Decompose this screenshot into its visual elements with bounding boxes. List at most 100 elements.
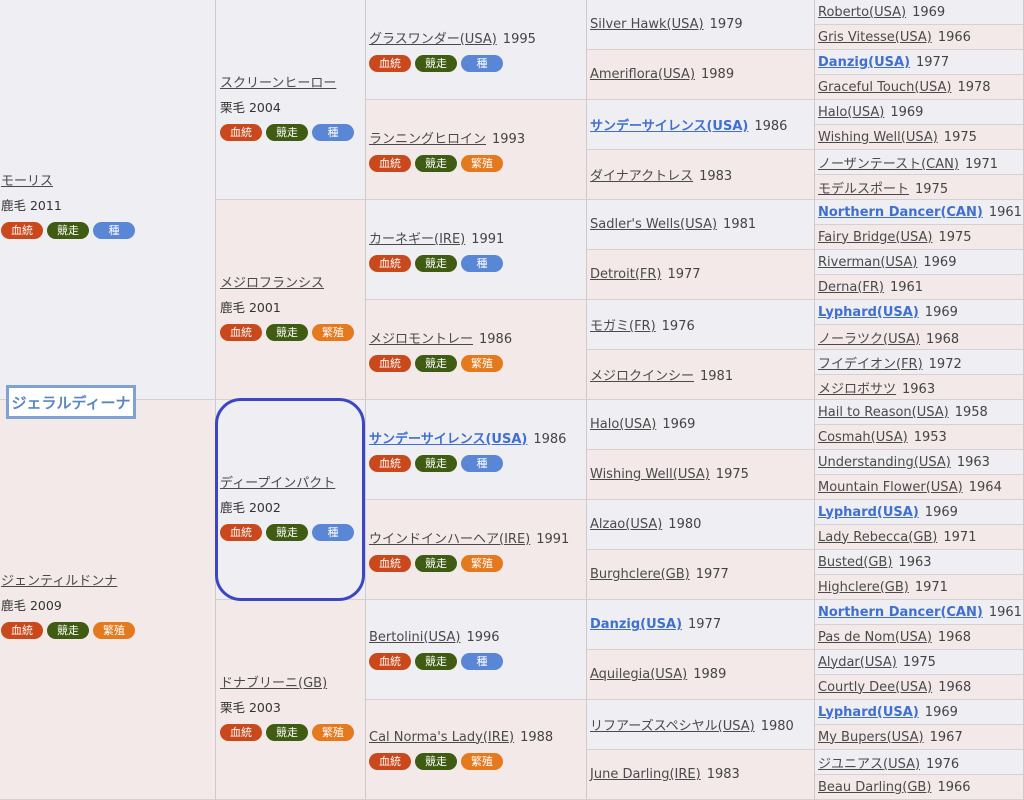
race-badge[interactable]: 競走: [415, 154, 457, 172]
horse-name-link[interactable]: グラスワンダー(USA): [369, 28, 497, 47]
blood-badge[interactable]: 血統: [220, 324, 262, 341]
horse-name-link[interactable]: My Bupers(USA): [818, 730, 924, 745]
horse-name-link[interactable]: Roberto(USA): [818, 5, 906, 20]
blood-badge[interactable]: 血統: [369, 752, 411, 770]
horse-name-link[interactable]: メジロボサツ: [818, 378, 896, 397]
horse-name-link[interactable]: June Darling(IRE): [590, 767, 701, 782]
stud-badge[interactable]: 種: [312, 124, 354, 141]
horse-name-link[interactable]: メジロフランシス: [220, 272, 354, 291]
horse-name-link[interactable]: Northern Dancer(CAN): [818, 205, 983, 220]
horse-name-link[interactable]: メジロクインシー: [590, 365, 694, 384]
horse-name-link[interactable]: Sadler's Wells(USA): [590, 217, 717, 232]
horse-name-link[interactable]: Wishing Well(USA): [818, 130, 938, 145]
breed-badge[interactable]: 繁殖: [312, 324, 354, 341]
race-badge[interactable]: 競走: [415, 254, 457, 272]
horse-name-link[interactable]: Beau Darling(GB): [818, 780, 931, 795]
horse-name-link[interactable]: Highclere(GB): [818, 580, 909, 595]
stud-badge[interactable]: 種: [461, 254, 503, 272]
blood-badge[interactable]: 血統: [369, 554, 411, 572]
horse-name-link[interactable]: Wishing Well(USA): [590, 467, 710, 482]
blood-badge[interactable]: 血統: [369, 652, 411, 670]
horse-name-link[interactable]: Danzig(USA): [590, 617, 682, 632]
race-badge[interactable]: 競走: [266, 124, 308, 141]
horse-name-link[interactable]: ノーザンテースト(CAN): [818, 153, 959, 172]
breed-badge[interactable]: 繁殖: [461, 554, 503, 572]
horse-name-link[interactable]: Pas de Nom(USA): [818, 630, 932, 645]
horse-name-link[interactable]: リフアーズスペシヤル(USA): [590, 715, 755, 734]
horse-name-link[interactable]: ジェンティルドンナ: [1, 570, 135, 589]
horse-name-link[interactable]: ドナブリーニ(GB): [220, 672, 354, 691]
horse-name-link[interactable]: Gris Vitesse(USA): [818, 30, 932, 45]
horse-name-link[interactable]: サンデーサイレンス(USA): [369, 428, 527, 447]
horse-name-link[interactable]: Bertolini(USA): [369, 630, 460, 645]
horse-name-link[interactable]: Fairy Bridge(USA): [818, 230, 932, 245]
horse-name-link[interactable]: モーリス: [1, 170, 135, 189]
horse-name-link[interactable]: Northern Dancer(CAN): [818, 605, 983, 620]
horse-name-link[interactable]: Lyphard(USA): [818, 305, 919, 320]
blood-badge[interactable]: 血統: [220, 724, 262, 741]
horse-name-link[interactable]: ランニングヒロイン: [369, 128, 486, 147]
breed-badge[interactable]: 繁殖: [461, 354, 503, 372]
horse-name-link[interactable]: ジユニアス(USA): [818, 753, 920, 772]
horse-name-link[interactable]: Cosmah(USA): [818, 430, 908, 445]
horse-name-link[interactable]: Hail to Reason(USA): [818, 405, 949, 420]
race-badge[interactable]: 競走: [266, 724, 308, 741]
horse-name-link[interactable]: Riverman(USA): [818, 255, 917, 270]
horse-name-link[interactable]: Derna(FR): [818, 280, 884, 295]
horse-name-link[interactable]: Alydar(USA): [818, 655, 897, 670]
horse-name-link[interactable]: Silver Hawk(USA): [590, 17, 704, 32]
horse-name-link[interactable]: Busted(GB): [818, 555, 892, 570]
horse-name-link[interactable]: Lyphard(USA): [818, 705, 919, 720]
horse-name-link[interactable]: Alzao(USA): [590, 517, 662, 532]
horse-name-link[interactable]: メジロモントレー: [369, 328, 473, 347]
blood-badge[interactable]: 血統: [369, 254, 411, 272]
horse-name-link[interactable]: Detroit(FR): [590, 267, 661, 282]
blood-badge[interactable]: 血統: [369, 154, 411, 172]
stud-badge[interactable]: 種: [461, 454, 503, 472]
blood-badge[interactable]: 血統: [220, 124, 262, 141]
horse-name-link[interactable]: カーネギー(IRE): [369, 228, 465, 247]
horse-name-link[interactable]: Halo(USA): [590, 417, 656, 432]
race-badge[interactable]: 競走: [415, 354, 457, 372]
horse-name-link[interactable]: Cal Norma's Lady(IRE): [369, 730, 514, 745]
blood-badge[interactable]: 血統: [1, 622, 43, 639]
race-badge[interactable]: 競走: [47, 622, 89, 639]
horse-name-link[interactable]: Lady Rebecca(GB): [818, 530, 937, 545]
horse-name-link[interactable]: Halo(USA): [818, 105, 884, 120]
breed-badge[interactable]: 繁殖: [93, 622, 135, 639]
race-badge[interactable]: 競走: [415, 54, 457, 72]
breed-badge[interactable]: 繁殖: [312, 724, 354, 741]
race-badge[interactable]: 競走: [415, 454, 457, 472]
race-badge[interactable]: 競走: [415, 752, 457, 770]
horse-name-link[interactable]: Danzig(USA): [818, 55, 910, 70]
race-badge[interactable]: 競走: [266, 324, 308, 341]
race-badge[interactable]: 競走: [47, 222, 89, 239]
horse-name-link[interactable]: ダイナアクトレス: [590, 165, 693, 184]
horse-name-link[interactable]: Aquilegia(USA): [590, 667, 687, 682]
horse-name-link[interactable]: フイデイオン(FR): [818, 353, 923, 372]
stud-badge[interactable]: 種: [461, 54, 503, 72]
blood-badge[interactable]: 血統: [1, 222, 43, 239]
horse-name-link[interactable]: Courtly Dee(USA): [818, 680, 932, 695]
blood-badge[interactable]: 血統: [369, 54, 411, 72]
horse-name-link[interactable]: Understanding(USA): [818, 455, 951, 470]
race-badge[interactable]: 競走: [415, 554, 457, 572]
horse-name-link[interactable]: Burghclere(GB): [590, 567, 690, 582]
horse-name-link[interactable]: Lyphard(USA): [818, 505, 919, 520]
blood-badge[interactable]: 血統: [369, 354, 411, 372]
horse-name-link[interactable]: ノーラツク(USA): [818, 328, 920, 347]
horse-name-link[interactable]: ウインドインハーヘア(IRE): [369, 528, 530, 547]
horse-name-link[interactable]: Mountain Flower(USA): [818, 480, 963, 495]
horse-name-link[interactable]: モガミ(FR): [590, 315, 656, 334]
stud-badge[interactable]: 種: [93, 222, 135, 239]
horse-name-link[interactable]: モデルスポート: [818, 178, 909, 197]
stud-badge[interactable]: 種: [461, 652, 503, 670]
breed-badge[interactable]: 繁殖: [461, 752, 503, 770]
breed-badge[interactable]: 繁殖: [461, 154, 503, 172]
race-badge[interactable]: 競走: [415, 652, 457, 670]
horse-name-link[interactable]: Graceful Touch(USA): [818, 80, 951, 95]
horse-name-link[interactable]: サンデーサイレンス(USA): [590, 115, 748, 134]
blood-badge[interactable]: 血統: [369, 454, 411, 472]
horse-name-link[interactable]: Ameriflora(USA): [590, 67, 695, 82]
horse-name-link[interactable]: スクリーンヒーロー: [220, 72, 354, 91]
